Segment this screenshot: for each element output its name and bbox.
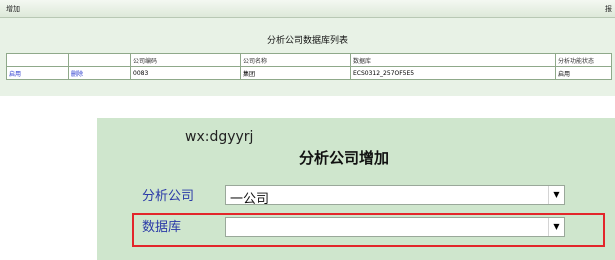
enable-link[interactable]: 启用 [9, 71, 21, 78]
toolbar: 增加 报 [0, 0, 615, 18]
column-header-code: 公司编码 [130, 53, 241, 67]
column-header-action1 [6, 53, 69, 67]
cell-database: ECS0312_257OF5E5 [350, 66, 556, 80]
table-row: 启用 删除 0083 集团 ECS0312_257OF5E5 启用 [6, 66, 612, 80]
column-header-action2 [68, 53, 131, 67]
highlight-box [132, 213, 605, 247]
column-header-status: 分析功能状态 [555, 53, 612, 67]
add-form-panel: wx:dgyyrj 分析公司增加 分析公司 一公司 ▼ 数据库 ▼ [97, 118, 615, 260]
cell-name: 集团 [240, 66, 351, 80]
add-link[interactable]: 增加 [6, 4, 20, 14]
company-select-value: 一公司 [230, 192, 270, 207]
toolbar-right-label[interactable]: 报 [605, 4, 612, 14]
column-header-name: 公司名称 [240, 53, 351, 67]
delete-link[interactable]: 删除 [71, 71, 83, 78]
chevron-down-icon[interactable]: ▼ [548, 186, 564, 204]
company-select[interactable]: 一公司 ▼ [225, 185, 565, 207]
watermark-text: wx:dgyyrj [185, 129, 254, 145]
table-header-row: 公司编码 公司名称 数据库 分析功能状态 [6, 53, 612, 67]
list-panel: 增加 报 分析公司数据库列表 公司编码 公司名称 数据库 分析功能状态 启用 删… [0, 0, 615, 96]
database-list-table: 公司编码 公司名称 数据库 分析功能状态 启用 删除 0083 集团 ECS03… [6, 53, 612, 80]
cell-code: 0083 [130, 66, 241, 80]
list-title: 分析公司数据库列表 [266, 36, 348, 46]
column-header-database: 数据库 [350, 53, 556, 67]
form-title: 分析公司增加 [299, 149, 390, 167]
cell-status: 启用 [555, 66, 612, 80]
company-label: 分析公司 [142, 189, 195, 204]
